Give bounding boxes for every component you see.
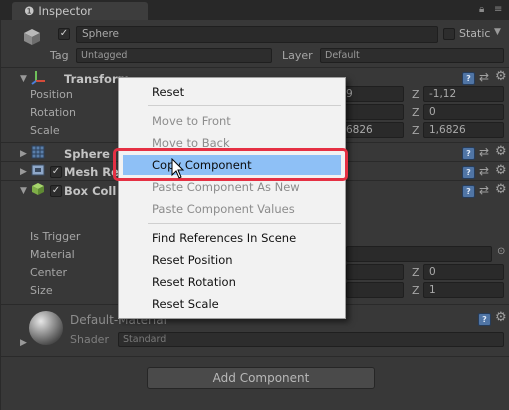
- position-label: Position: [30, 88, 73, 101]
- material-help-icon[interactable]: ?: [478, 313, 491, 326]
- shader-dropdown[interactable]: Standard: [118, 332, 504, 347]
- layer-dropdown[interactable]: Default: [320, 48, 504, 63]
- layer-label: Layer: [282, 49, 313, 62]
- mesh-renderer-gear-icon[interactable]: ⚙: [495, 163, 507, 178]
- material-field[interactable]: [346, 246, 492, 262]
- mesh-renderer-foldout-icon[interactable]: ▶: [20, 167, 27, 177]
- scale-z-field[interactable]: 1,6826: [423, 122, 504, 138]
- center-label: Center: [30, 266, 68, 279]
- mesh-renderer-enabled-checkbox[interactable]: ✓: [50, 166, 62, 178]
- object-name-input[interactable]: Sphere: [76, 26, 438, 43]
- center-z-field[interactable]: 0: [423, 264, 504, 280]
- rotation-label: Rotation: [30, 106, 77, 119]
- box-collider-help-icon[interactable]: ?: [462, 185, 475, 198]
- transform-axis-icon: [31, 69, 47, 85]
- highlight-annotation-box: [113, 148, 348, 181]
- gameobject-cube-icon: [22, 27, 42, 47]
- object-picker-icon[interactable]: ⊙: [497, 246, 505, 257]
- is-trigger-label: Is Trigger: [30, 230, 81, 243]
- menu-item-move-to-front[interactable]: Move to Front: [119, 111, 345, 131]
- mesh-renderer-preset-icon[interactable]: ⇄: [479, 164, 489, 178]
- material-preview-sphere[interactable]: [29, 311, 63, 345]
- transform-foldout-icon[interactable]: ▼: [20, 74, 27, 84]
- sphere-gear-icon[interactable]: ⚙: [495, 144, 507, 159]
- mesh-filter-icon: [31, 145, 45, 159]
- center-z-axis-label: Z: [412, 266, 420, 279]
- size-y-field[interactable]: [346, 282, 404, 298]
- box-collider-icon: [31, 182, 45, 196]
- lock-icon[interactable]: 🔒︎: [479, 4, 484, 15]
- tab-title: Inspector: [38, 4, 92, 18]
- shader-value: Standard: [123, 334, 167, 345]
- menu-separator: [148, 223, 341, 224]
- sphere-component-title: Sphere: [64, 147, 110, 161]
- material-foldout-icon[interactable]: ▶: [20, 338, 27, 348]
- transform-gear-icon[interactable]: ⚙: [495, 69, 507, 84]
- tag-value: Untagged: [81, 50, 128, 61]
- rotation-z-field[interactable]: 0: [423, 104, 504, 120]
- box-collider-title: Box Coll: [64, 184, 117, 198]
- menu-item-reset-position[interactable]: Reset Position: [119, 250, 345, 270]
- menu-item-reset-scale[interactable]: Reset Scale: [119, 294, 345, 314]
- add-component-button[interactable]: Add Component: [147, 367, 375, 389]
- static-checkbox[interactable]: [443, 28, 455, 40]
- box-collider-preset-icon[interactable]: ⇄: [479, 183, 489, 197]
- transform-preset-icon[interactable]: ⇄: [479, 70, 489, 84]
- tab-inspector[interactable]: ❶ Inspector: [12, 2, 148, 20]
- component-context-menu: Reset Move to Front Move to Back Copy Co…: [118, 77, 346, 319]
- menu-item-paste-component-values[interactable]: Paste Component Values: [119, 199, 345, 219]
- info-icon: ❶: [24, 4, 35, 18]
- divider: [0, 67, 509, 68]
- material-label: Material: [30, 248, 75, 261]
- box-collider-enabled-checkbox[interactable]: ✓: [50, 185, 62, 197]
- tag-dropdown[interactable]: Untagged: [76, 48, 272, 63]
- active-checkbox[interactable]: ✓: [58, 28, 70, 40]
- menu-item-reset-rotation[interactable]: Reset Rotation: [119, 272, 345, 292]
- size-label: Size: [30, 284, 53, 297]
- mesh-renderer-icon: [31, 163, 45, 177]
- size-z-field[interactable]: 1: [423, 282, 504, 298]
- menu-item-find-references-in-scene[interactable]: Find References In Scene: [119, 228, 345, 248]
- sphere-preset-icon[interactable]: ⇄: [479, 145, 489, 159]
- tag-label: Tag: [50, 49, 69, 62]
- center-y-field[interactable]: [346, 264, 404, 280]
- layer-value: Default: [325, 50, 360, 61]
- box-collider-foldout-icon[interactable]: ▼: [20, 186, 27, 196]
- material-gear-icon[interactable]: ⚙: [495, 310, 507, 325]
- divider: [0, 356, 509, 357]
- mouse-cursor-icon: [171, 157, 185, 180]
- mesh-renderer-help-icon[interactable]: ?: [462, 166, 475, 179]
- tab-menu-icon[interactable]: ≡: [494, 4, 502, 15]
- position-z-field[interactable]: -1,12: [423, 86, 504, 102]
- sphere-foldout-icon[interactable]: ▶: [20, 149, 27, 159]
- menu-separator: [148, 105, 341, 106]
- sphere-help-icon[interactable]: ?: [462, 147, 475, 160]
- size-z-axis-label: Z: [412, 284, 420, 297]
- scale-label: Scale: [30, 124, 60, 137]
- box-collider-gear-icon[interactable]: ⚙: [495, 182, 507, 197]
- transform-help-icon[interactable]: ?: [462, 72, 475, 85]
- static-label: Static: [459, 27, 491, 40]
- static-dropdown-icon[interactable]: ▼: [494, 27, 501, 37]
- position-z-axis-label: Z: [412, 88, 420, 101]
- rotation-z-axis-label: Z: [412, 106, 420, 119]
- menu-item-reset[interactable]: Reset: [119, 82, 345, 102]
- shader-label: Shader: [70, 333, 109, 346]
- mesh-renderer-title: Mesh Re: [64, 165, 119, 179]
- scale-z-axis-label: Z: [412, 124, 420, 137]
